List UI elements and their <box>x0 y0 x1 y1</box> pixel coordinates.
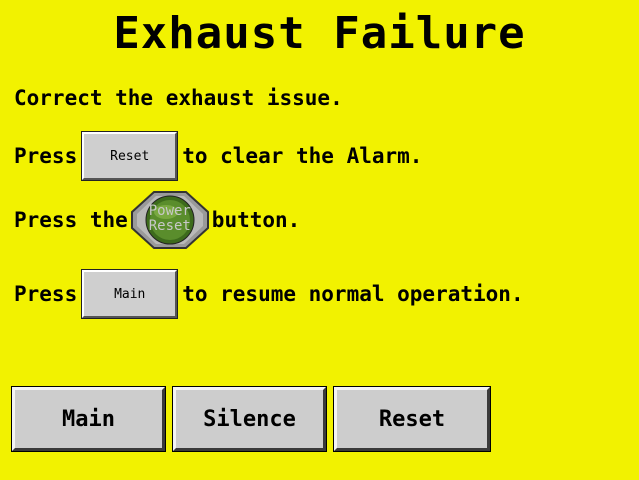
silence-button[interactable]: Silence <box>172 386 327 452</box>
instruction-text: to clear the Alarm. <box>182 144 423 168</box>
instruction-text: Press <box>14 144 78 168</box>
alarm-screen: Exhaust Failure Correct the exhaust issu… <box>0 0 639 480</box>
instruction-line-1: Correct the exhaust issue. <box>14 86 343 110</box>
instruction-line-2: Press Reset to clear the Alarm. <box>14 131 423 181</box>
instruction-text: Correct the exhaust issue. <box>14 86 343 110</box>
instruction-line-4: Press Main to resume normal operation. <box>14 269 524 319</box>
instruction-text: Press <box>14 282 78 306</box>
instruction-text: Press the <box>14 208 128 232</box>
instruction-line-3: Press the Power Reset button. <box>14 190 300 250</box>
reset-button[interactable]: Reset <box>333 386 491 452</box>
instruction-text: button. <box>211 208 301 232</box>
power-reset-button[interactable]: Power Reset <box>130 190 210 250</box>
power-reset-label: Power Reset <box>148 203 191 234</box>
main-button[interactable]: Main <box>11 386 166 452</box>
inline-main-button[interactable]: Main <box>81 269 179 319</box>
inline-reset-button[interactable]: Reset <box>81 131 179 181</box>
page-title: Exhaust Failure <box>113 8 526 59</box>
instruction-text: to resume normal operation. <box>182 282 524 306</box>
